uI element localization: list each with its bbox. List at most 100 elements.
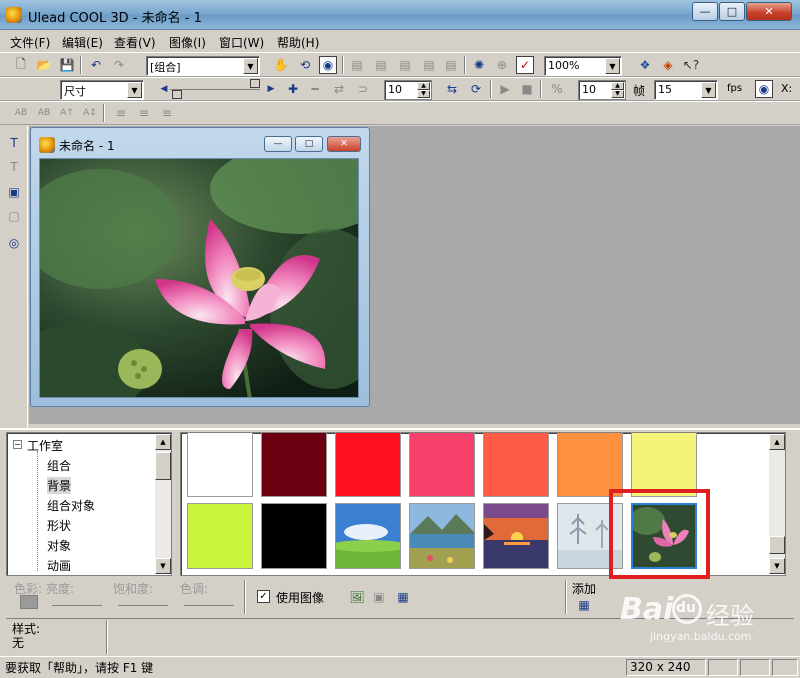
align-right-icon[interactable]: ▤	[396, 56, 414, 74]
undo-icon[interactable]: ↶	[87, 56, 105, 74]
document-close-button[interactable]: ✕	[327, 136, 361, 152]
geometry-icon[interactable]: ◎	[5, 234, 23, 252]
frame-count-spinner[interactable]: 10 ▲ ▼	[578, 80, 626, 100]
insert-text-icon[interactable]: T	[5, 134, 23, 152]
effects-icon[interactable]: ◈	[659, 56, 677, 74]
load-image-icon[interactable]: 🖼	[348, 588, 366, 606]
document-minimize-button[interactable]: —	[264, 136, 292, 152]
distribute-icon[interactable]: ▤	[420, 56, 438, 74]
fps-select[interactable]: 15 ▼	[654, 80, 718, 100]
spin-up-icon[interactable]: ▲	[417, 82, 430, 90]
collapse-icon[interactable]: −	[13, 440, 22, 449]
arrow-left-icon[interactable]: ◀	[155, 80, 173, 98]
title-bar[interactable]: Ulead COOL 3D - 未命名 - 1 — □ ✕	[0, 0, 800, 30]
object-select[interactable]: [组合] ▼	[146, 56, 260, 76]
scroll-thumb[interactable]	[769, 536, 785, 554]
open-folder-icon[interactable]: 📂	[35, 56, 53, 74]
scroll-down-icon[interactable]: ▼	[769, 558, 785, 574]
ping-pong-icon[interactable]: ⇆	[443, 80, 461, 98]
swatch-coral[interactable]	[483, 433, 549, 497]
hue-slider[interactable]	[184, 600, 234, 606]
text-bold-icon[interactable]: AB	[12, 104, 30, 122]
thumbnail-sunset-lake[interactable]	[483, 503, 549, 569]
thumbnail-sky-field[interactable]	[335, 503, 401, 569]
text-size-down-icon[interactable]: A↕	[81, 104, 99, 122]
arrow-right-icon[interactable]: ▶	[262, 80, 280, 98]
menu-window[interactable]: 窗口(W)	[219, 34, 264, 51]
percent-icon[interactable]: %	[548, 80, 566, 98]
minimize-button[interactable]: —	[692, 2, 718, 21]
insert-shape-icon[interactable]: ▣	[5, 183, 23, 201]
swatch-black[interactable]	[261, 503, 327, 569]
camera-icon[interactable]: ✺	[470, 56, 488, 74]
edit-shape-icon[interactable]: ▢	[5, 207, 23, 225]
rotate-object-icon[interactable]: ⟲	[296, 56, 314, 74]
position-target-icon[interactable]: ◉	[755, 80, 773, 98]
align-left-icon[interactable]: ≡	[112, 104, 130, 122]
menu-file[interactable]: 文件(F)	[10, 34, 50, 51]
text-size-up-icon[interactable]: A↑	[58, 104, 76, 122]
new-file-icon[interactable]: 🗋	[12, 56, 30, 74]
thumbnail-lake-mountain[interactable]	[409, 503, 475, 569]
gallery-scrollbar[interactable]: ▲ ▼	[769, 434, 785, 574]
menu-image[interactable]: 图像(I)	[169, 34, 206, 51]
swatch-white[interactable]	[187, 433, 253, 497]
studio-tree[interactable]: − 工作室 组合 背景 组合对象 形状 对象 动画 ▲ ▼	[6, 432, 172, 576]
brightness-slider[interactable]	[52, 600, 102, 606]
align-right-text-icon[interactable]: ≡	[158, 104, 176, 122]
swatch-yellow[interactable]	[631, 433, 697, 497]
save-icon[interactable]: 💾	[58, 56, 76, 74]
mode-select[interactable]: 尺寸 ▼	[60, 80, 144, 100]
globe-icon[interactable]: ⊕	[493, 56, 511, 74]
swatch-red[interactable]	[335, 433, 401, 497]
check-edit-icon[interactable]: ✓	[516, 56, 534, 74]
tree-item-animation[interactable]: 动画	[47, 557, 71, 574]
menu-view[interactable]: 查看(V)	[114, 34, 156, 51]
canvas-preview[interactable]	[39, 158, 359, 398]
swatch-orange[interactable]	[557, 433, 623, 497]
remove-keyframe-icon[interactable]: ━	[306, 80, 324, 98]
align-center-icon[interactable]: ▤	[372, 56, 390, 74]
align-center-text-icon[interactable]: ≡	[135, 104, 153, 122]
size-slider-thumb-2[interactable]	[250, 79, 260, 88]
target-icon[interactable]: ◉	[319, 56, 337, 74]
color-swatch-button[interactable]	[20, 595, 38, 609]
current-frame-spinner[interactable]: 10 ▲ ▼	[384, 80, 432, 100]
scroll-up-icon[interactable]: ▲	[769, 434, 785, 450]
tree-item-background[interactable]: 背景	[47, 477, 72, 494]
use-image-checkbox[interactable]: ✓	[257, 590, 270, 603]
maximize-button[interactable]: □	[719, 2, 745, 21]
swatch-dark-red[interactable]	[261, 433, 327, 497]
close-button[interactable]: ✕	[746, 2, 792, 21]
reverse-icon[interactable]: ⇄	[330, 80, 348, 98]
tree-item-group-object[interactable]: 组合对象	[47, 497, 95, 514]
add-to-gallery-icon[interactable]: ▦	[575, 596, 593, 614]
hand-icon[interactable]: ✋	[272, 56, 290, 74]
add-keyframe-icon[interactable]: ✚	[284, 80, 302, 98]
tree-scrollbar[interactable]: ▲ ▼	[155, 434, 171, 574]
scroll-up-icon[interactable]: ▲	[155, 434, 171, 450]
help-pointer-icon[interactable]: ↖?	[682, 56, 700, 74]
refresh-icon[interactable]: ⟳	[467, 80, 485, 98]
scroll-down-icon[interactable]: ▼	[155, 558, 171, 574]
size-slider-track[interactable]	[170, 84, 260, 90]
menu-edit[interactable]: 编辑(E)	[62, 34, 103, 51]
size-slider-thumb[interactable]	[172, 90, 182, 99]
redo-icon[interactable]: ↷	[110, 56, 128, 74]
spin-up-icon[interactable]: ▲	[611, 82, 624, 90]
plugin-icon[interactable]: ❖	[636, 56, 654, 74]
spin-down-icon[interactable]: ▼	[611, 90, 624, 98]
tree-item-shape[interactable]: 形状	[47, 517, 71, 534]
stop-icon[interactable]: ■	[518, 80, 536, 98]
image-options-icon[interactable]: ▣	[370, 588, 388, 606]
tree-item-group[interactable]: 组合	[47, 457, 71, 474]
tree-item-object[interactable]: 对象	[47, 537, 71, 554]
document-maximize-button[interactable]: □	[295, 136, 323, 152]
spin-down-icon[interactable]: ▼	[417, 90, 430, 98]
saturation-slider[interactable]	[118, 600, 168, 606]
swatch-lime[interactable]	[187, 503, 253, 569]
edit-text-icon[interactable]: T	[5, 158, 23, 176]
distribute2-icon[interactable]: ▤	[442, 56, 460, 74]
play-icon[interactable]: ▶	[496, 80, 514, 98]
loop-icon[interactable]: ⊃	[354, 80, 372, 98]
